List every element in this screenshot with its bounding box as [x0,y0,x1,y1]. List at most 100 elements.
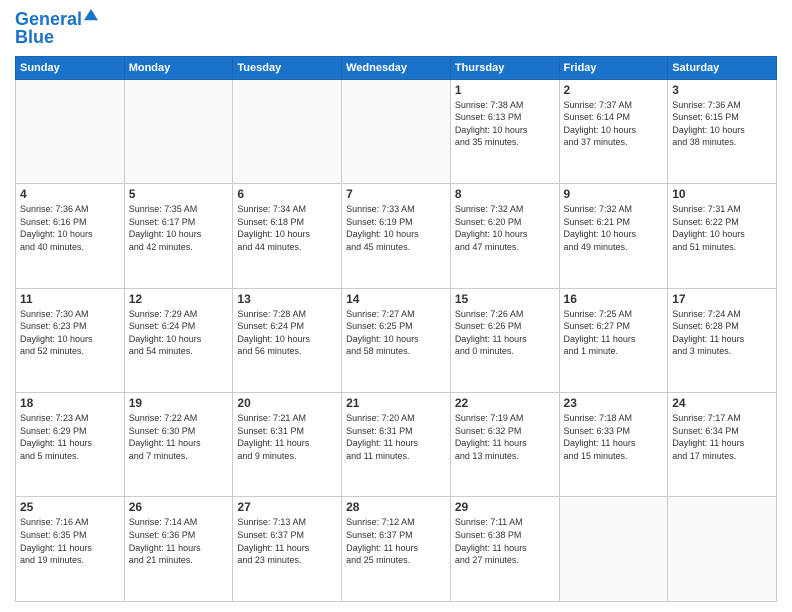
day-info: Sunrise: 7:38 AM Sunset: 6:13 PM Dayligh… [455,99,555,149]
day-number: 10 [672,187,772,201]
day-number: 20 [237,396,337,410]
day-info: Sunrise: 7:18 AM Sunset: 6:33 PM Dayligh… [564,412,664,462]
day-number: 1 [455,83,555,97]
day-header-friday: Friday [559,56,668,79]
day-cell: 4 Sunrise: 7:36 AM Sunset: 6:16 PM Daylig… [16,184,125,288]
day-cell: 29Sunrise: 7:11 AM Sunset: 6:38 PM Dayli… [450,497,559,602]
day-number: 21 [346,396,446,410]
logo-icon [84,9,98,23]
day-info: Sunrise: 7:28 AM Sunset: 6:24 PM Dayligh… [237,308,337,358]
day-number: 28 [346,500,446,514]
day-number: 3 [672,83,772,97]
day-cell [233,79,342,183]
day-number: 18 [20,396,120,410]
day-header-tuesday: Tuesday [233,56,342,79]
day-number: 6 [237,187,337,201]
day-number: 11 [20,292,120,306]
day-cell: 20 Sunrise: 7:21 AM Sunset: 6:31 PM Dayli… [233,393,342,497]
day-header-saturday: Saturday [668,56,777,79]
day-cell: 13 Sunrise: 7:28 AM Sunset: 6:24 PM Dayli… [233,288,342,392]
day-cell: 16 Sunrise: 7:25 AM Sunset: 6:27 PM Dayli… [559,288,668,392]
day-info: Sunrise: 7:13 AM Sunset: 6:37 PM Dayligh… [237,516,337,566]
day-number: 24 [672,396,772,410]
day-info: Sunrise: 7:32 AM Sunset: 6:21 PM Dayligh… [564,203,664,253]
day-header-monday: Monday [124,56,233,79]
day-number: 16 [564,292,664,306]
day-number: 2 [564,83,664,97]
day-info: Sunrise: 7:17 AM Sunset: 6:34 PM Dayligh… [672,412,772,462]
day-cell [559,497,668,602]
week-row-1: 4 Sunrise: 7:36 AM Sunset: 6:16 PM Daylig… [16,184,777,288]
day-cell: 8Sunrise: 7:32 AM Sunset: 6:20 PM Daylig… [450,184,559,288]
day-cell: 28 Sunrise: 7:12 AM Sunset: 6:37 PM Dayli… [342,497,451,602]
day-info: Sunrise: 7:25 AM Sunset: 6:27 PM Dayligh… [564,308,664,358]
day-info: Sunrise: 7:33 AM Sunset: 6:19 PM Dayligh… [346,203,446,253]
page: General Blue SundayMondayTuesdayWednesda… [0,0,792,612]
day-header-row: SundayMondayTuesdayWednesdayThursdayFrid… [16,56,777,79]
day-cell: 10 Sunrise: 7:31 AM Sunset: 6:22 PM Dayli… [668,184,777,288]
day-header-sunday: Sunday [16,56,125,79]
day-cell: 14 Sunrise: 7:27 AM Sunset: 6:25 PM Dayli… [342,288,451,392]
day-number: 15 [455,292,555,306]
day-info: Sunrise: 7:31 AM Sunset: 6:22 PM Dayligh… [672,203,772,253]
day-cell: 2 Sunrise: 7:37 AM Sunset: 6:14 PM Daylig… [559,79,668,183]
day-info: Sunrise: 7:21 AM Sunset: 6:31 PM Dayligh… [237,412,337,462]
day-info: Sunrise: 7:36 AM Sunset: 6:16 PM Dayligh… [20,203,120,253]
day-number: 19 [129,396,229,410]
day-number: 13 [237,292,337,306]
day-header-wednesday: Wednesday [342,56,451,79]
day-info: Sunrise: 7:20 AM Sunset: 6:31 PM Dayligh… [346,412,446,462]
day-info: Sunrise: 7:36 AM Sunset: 6:15 PM Dayligh… [672,99,772,149]
day-info: Sunrise: 7:12 AM Sunset: 6:37 PM Dayligh… [346,516,446,566]
day-info: Sunrise: 7:19 AM Sunset: 6:32 PM Dayligh… [455,412,555,462]
day-number: 27 [237,500,337,514]
day-cell: 21 Sunrise: 7:20 AM Sunset: 6:31 PM Dayli… [342,393,451,497]
day-cell: 9 Sunrise: 7:32 AM Sunset: 6:21 PM Daylig… [559,184,668,288]
day-info: Sunrise: 7:23 AM Sunset: 6:29 PM Dayligh… [20,412,120,462]
day-cell: 5 Sunrise: 7:35 AM Sunset: 6:17 PM Daylig… [124,184,233,288]
day-info: Sunrise: 7:14 AM Sunset: 6:36 PM Dayligh… [129,516,229,566]
day-info: Sunrise: 7:29 AM Sunset: 6:24 PM Dayligh… [129,308,229,358]
day-number: 23 [564,396,664,410]
day-cell: 7Sunrise: 7:33 AM Sunset: 6:19 PM Daylig… [342,184,451,288]
day-cell: 17 Sunrise: 7:24 AM Sunset: 6:28 PM Dayli… [668,288,777,392]
day-header-thursday: Thursday [450,56,559,79]
day-cell [124,79,233,183]
day-number: 14 [346,292,446,306]
day-info: Sunrise: 7:22 AM Sunset: 6:30 PM Dayligh… [129,412,229,462]
day-cell: 23 Sunrise: 7:18 AM Sunset: 6:33 PM Dayli… [559,393,668,497]
day-info: Sunrise: 7:35 AM Sunset: 6:17 PM Dayligh… [129,203,229,253]
day-number: 5 [129,187,229,201]
day-number: 4 [20,187,120,201]
day-cell: 6Sunrise: 7:34 AM Sunset: 6:18 PM Daylig… [233,184,342,288]
week-row-3: 18 Sunrise: 7:23 AM Sunset: 6:29 PM Dayli… [16,393,777,497]
day-cell: 26 Sunrise: 7:14 AM Sunset: 6:36 PM Dayli… [124,497,233,602]
day-cell: 27 Sunrise: 7:13 AM Sunset: 6:37 PM Dayli… [233,497,342,602]
day-info: Sunrise: 7:16 AM Sunset: 6:35 PM Dayligh… [20,516,120,566]
calendar-table: SundayMondayTuesdayWednesdayThursdayFrid… [15,56,777,602]
day-number: 12 [129,292,229,306]
day-cell: 11 Sunrise: 7:30 AM Sunset: 6:23 PM Dayli… [16,288,125,392]
day-info: Sunrise: 7:27 AM Sunset: 6:25 PM Dayligh… [346,308,446,358]
day-info: Sunrise: 7:26 AM Sunset: 6:26 PM Dayligh… [455,308,555,358]
day-info: Sunrise: 7:37 AM Sunset: 6:14 PM Dayligh… [564,99,664,149]
day-number: 22 [455,396,555,410]
day-cell [668,497,777,602]
day-cell: 3 Sunrise: 7:36 AM Sunset: 6:15 PM Daylig… [668,79,777,183]
day-cell: 12 Sunrise: 7:29 AM Sunset: 6:24 PM Dayli… [124,288,233,392]
day-number: 17 [672,292,772,306]
day-info: Sunrise: 7:24 AM Sunset: 6:28 PM Dayligh… [672,308,772,358]
week-row-4: 25 Sunrise: 7:16 AM Sunset: 6:35 PM Dayli… [16,497,777,602]
day-number: 9 [564,187,664,201]
day-info: Sunrise: 7:32 AM Sunset: 6:20 PM Dayligh… [455,203,555,253]
day-number: 26 [129,500,229,514]
day-cell: 18 Sunrise: 7:23 AM Sunset: 6:29 PM Dayli… [16,393,125,497]
day-cell: 15 Sunrise: 7:26 AM Sunset: 6:26 PM Dayli… [450,288,559,392]
day-cell: 22 Sunrise: 7:19 AM Sunset: 6:32 PM Dayli… [450,393,559,497]
day-number: 25 [20,500,120,514]
day-info: Sunrise: 7:30 AM Sunset: 6:23 PM Dayligh… [20,308,120,358]
day-cell: 19 Sunrise: 7:22 AM Sunset: 6:30 PM Dayli… [124,393,233,497]
day-cell [16,79,125,183]
week-row-2: 11 Sunrise: 7:30 AM Sunset: 6:23 PM Dayli… [16,288,777,392]
day-cell: 25 Sunrise: 7:16 AM Sunset: 6:35 PM Dayli… [16,497,125,602]
